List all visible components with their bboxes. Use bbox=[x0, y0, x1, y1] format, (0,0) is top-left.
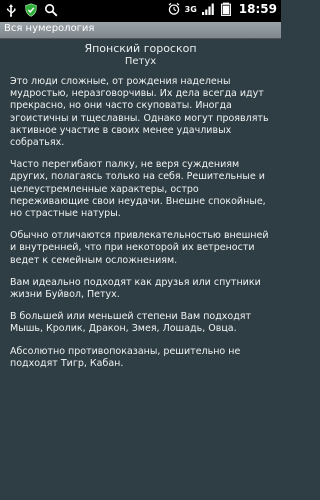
paragraph: Вам идеально подходят как друзья или спу… bbox=[10, 276, 261, 301]
shield-icon bbox=[25, 3, 37, 17]
search-icon bbox=[44, 3, 58, 17]
horoscope-header: Японский гороскоп Петух bbox=[0, 42, 281, 68]
description-text: Это люди сложные, от рождения наделены м… bbox=[10, 76, 271, 370]
network-type: 3G bbox=[184, 4, 197, 14]
page-subtitle: Петух bbox=[124, 56, 157, 67]
paragraph: Абсолютно противопоказаны, решительно не… bbox=[10, 345, 241, 369]
action-bar: Вся нумерология bbox=[0, 22, 281, 39]
page-title: Японский гороскоп bbox=[84, 42, 197, 55]
status-time: 18:59 bbox=[238, 2, 277, 16]
paragraph: Часто перегибают палку, не веря суждения… bbox=[10, 159, 266, 220]
horoscope-content[interactable]: Японский гороскоп Петух Это люди сложные… bbox=[0, 39, 281, 500]
usb-icon bbox=[7, 4, 16, 17]
paragraph: Это люди сложные, от рождения наделены м… bbox=[10, 76, 269, 149]
paragraph: В большей или меньшей степени Вам подход… bbox=[10, 311, 252, 335]
status-bar: 3G 18:59 bbox=[0, 0, 281, 22]
signal-icon bbox=[201, 3, 214, 15]
app-title: Вся нумерология bbox=[4, 23, 95, 34]
battery-icon bbox=[220, 2, 231, 16]
alarm-icon bbox=[168, 2, 180, 15]
paragraph: Обычно отличаются привлекательностью вне… bbox=[10, 230, 269, 266]
